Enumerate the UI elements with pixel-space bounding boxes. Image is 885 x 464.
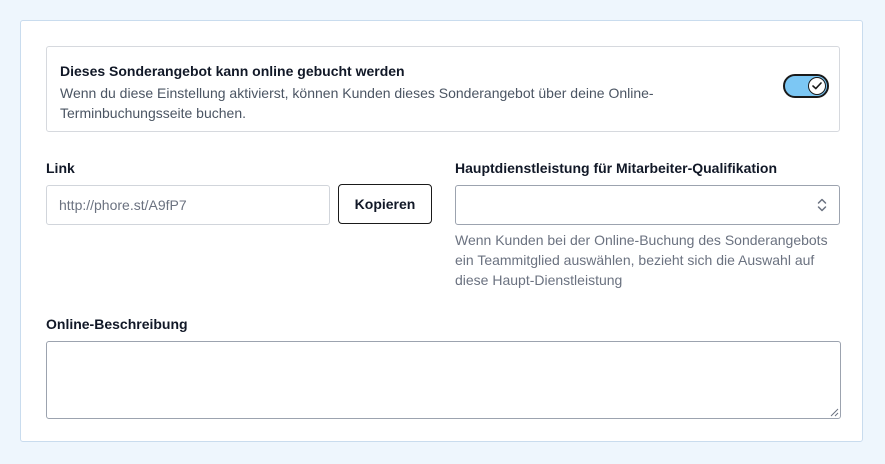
resize-grip-icon[interactable] — [829, 407, 839, 417]
online-booking-title: Dieses Sonderangebot kann online gebucht… — [60, 63, 405, 79]
online-description-label: Online-Beschreibung — [46, 316, 188, 332]
online-booking-toggle-panel: Dieses Sonderangebot kann online gebucht… — [46, 46, 840, 132]
online-booking-switch[interactable] — [783, 74, 829, 98]
link-input[interactable] — [46, 185, 330, 225]
special-offer-online-settings-card: Dieses Sonderangebot kann online gebucht… — [20, 20, 863, 442]
chevron-up-down-icon — [817, 198, 827, 212]
main-service-help-text: Wenn Kunden bei der Online-Buchung des S… — [455, 232, 828, 288]
copy-link-button[interactable]: Kopieren — [338, 184, 432, 224]
switch-knob — [808, 77, 826, 95]
main-service-select[interactable] — [455, 185, 840, 225]
check-icon — [812, 82, 822, 90]
main-service-label: Hauptdienstleistung für Mitarbeiter-Qual… — [455, 160, 778, 176]
link-label: Link — [46, 160, 75, 176]
online-booking-description: Wenn du diese Einstellung aktivierst, kö… — [60, 85, 654, 121]
online-description-textarea[interactable] — [46, 341, 841, 419]
